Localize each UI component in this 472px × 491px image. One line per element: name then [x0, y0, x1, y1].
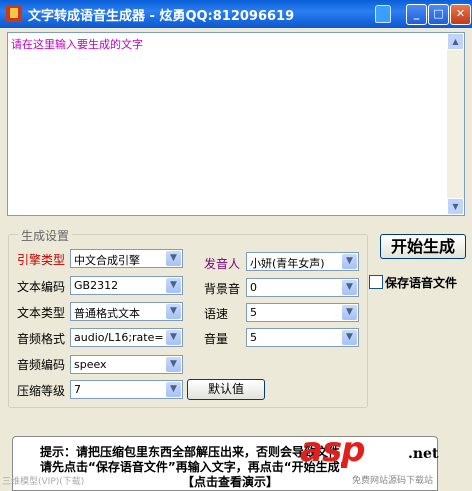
speed-label: 语速: [204, 307, 229, 321]
volume-value: 5: [250, 331, 257, 344]
minimize-button[interactable]: _: [406, 4, 427, 25]
scroll-down-icon[interactable]: ▼: [447, 198, 464, 215]
skin-icon[interactable]: [375, 5, 391, 23]
compression-level-select[interactable]: 7 ▼: [70, 380, 183, 399]
chevron-down-icon[interactable]: ▼: [166, 382, 181, 397]
scroll-up-icon[interactable]: ▲: [447, 33, 464, 50]
audio-codec-value: speex: [74, 358, 107, 371]
chevron-down-icon[interactable]: ▼: [166, 251, 181, 266]
text-type-label: 文本类型: [17, 306, 66, 320]
compression-level-value: 7: [74, 383, 81, 396]
text-input-area[interactable]: 请在这里输入要生成的文字 ▲ ▼: [7, 32, 465, 216]
speaker-select[interactable]: 小妍(青年女声) ▼: [246, 252, 359, 271]
background-sound-select[interactable]: 0 ▼: [246, 278, 359, 297]
chevron-down-icon[interactable]: ▼: [342, 330, 357, 345]
compression-level-label: 压缩等级: [17, 384, 66, 398]
app-icon: [6, 5, 22, 22]
vertical-scrollbar[interactable]: ▲ ▼: [447, 33, 464, 215]
maximize-button[interactable]: □: [428, 4, 449, 25]
audio-format-label: 音频格式: [17, 332, 66, 346]
title-bar: 文字转成语音生成器 - 炫勇QQ:812096619 _ □ ✕: [0, 0, 472, 28]
watermark-left-text: 三维模型(VIP)(下载): [2, 477, 85, 487]
chevron-down-icon[interactable]: ▼: [166, 330, 181, 345]
background-sound-label: 背景音: [204, 282, 241, 296]
speed-value: 5: [250, 306, 257, 319]
text-input-placeholder: 请在这里输入要生成的文字: [11, 38, 143, 51]
default-values-button[interactable]: 默认值: [187, 379, 265, 400]
background-sound-value: 0: [250, 281, 257, 294]
audio-format-value: audio/L16;rate=: [74, 331, 164, 344]
chevron-down-icon[interactable]: ▼: [166, 357, 181, 372]
engine-type-label: 引擎类型: [17, 253, 66, 267]
chevron-down-icon[interactable]: ▼: [166, 278, 181, 293]
save-audio-checkbox[interactable]: [369, 275, 383, 289]
watermark-caption: 免费网站源码下载站: [352, 476, 434, 486]
window-title: 文字转成语音生成器 - 炫勇QQ:812096619: [28, 9, 295, 24]
close-button[interactable]: ✕: [450, 4, 471, 25]
audio-codec-select[interactable]: speex ▼: [70, 355, 183, 374]
text-encoding-label: 文本编码: [17, 280, 66, 294]
chevron-down-icon[interactable]: ▼: [342, 280, 357, 295]
settings-group-title: 生成设置: [18, 227, 73, 244]
speaker-label: 发音人: [204, 257, 241, 271]
chevron-down-icon[interactable]: ▼: [342, 254, 357, 269]
text-type-select[interactable]: 普通格式文本 ▼: [70, 302, 183, 321]
save-audio-label: 保存语音文件: [385, 276, 458, 290]
chevron-down-icon[interactable]: ▼: [342, 305, 357, 320]
engine-type-select[interactable]: 中文合成引擎 ▼: [70, 249, 183, 268]
speed-select[interactable]: 5 ▼: [246, 303, 359, 322]
text-type-value: 普通格式文本: [74, 307, 140, 320]
volume-label: 音量: [204, 332, 229, 346]
engine-type-value: 中文合成引擎: [74, 254, 140, 267]
audio-format-select[interactable]: audio/L16;rate= ▼: [70, 328, 183, 347]
watermark-logo: asp: [300, 430, 366, 470]
chevron-down-icon[interactable]: ▼: [166, 304, 181, 319]
watermark-suffix: .net: [408, 446, 439, 462]
text-encoding-value: GB2312: [74, 279, 119, 292]
audio-codec-label: 音频编码: [17, 358, 66, 372]
view-demo-link[interactable]: 【点击查看演示】: [182, 473, 278, 490]
text-encoding-select[interactable]: GB2312 ▼: [70, 276, 183, 295]
volume-select[interactable]: 5 ▼: [246, 328, 359, 347]
speaker-value: 小妍(青年女声): [250, 257, 325, 270]
start-generate-button[interactable]: 开始生成: [380, 234, 466, 259]
